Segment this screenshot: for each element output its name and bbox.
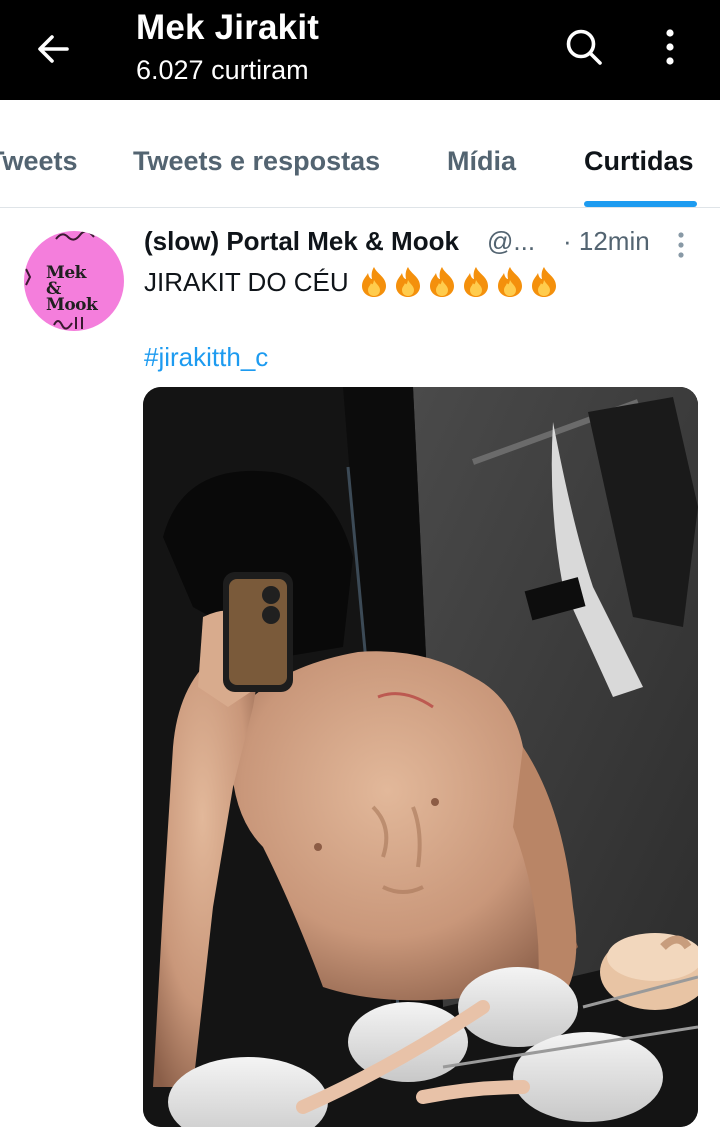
fire-emoji-icon [395, 267, 420, 297]
more-options-button[interactable] [650, 22, 690, 72]
more-vertical-icon [678, 232, 684, 258]
fire-emoji-icon [429, 267, 454, 297]
tab-tweets[interactable]: Tweets [0, 146, 78, 177]
arrow-left-icon [38, 35, 69, 63]
more-vertical-icon [666, 29, 674, 65]
fire-emoji-icon [497, 267, 522, 297]
avatar[interactable]: Mek & Mook [24, 231, 124, 331]
avatar-text: Mek & Mook [46, 263, 98, 315]
fire-emoji-icon [361, 267, 386, 297]
photo-illustration [143, 387, 698, 1127]
active-tab-indicator [584, 201, 697, 207]
fire-emoji-row [359, 266, 559, 298]
search-button[interactable] [558, 22, 610, 72]
avatar-scribble [55, 231, 95, 241]
likes-count: 6.027 curtiram [136, 55, 309, 85]
hashtag-link[interactable]: #jirakitth_c [144, 342, 268, 373]
fire-emoji-icon [463, 267, 488, 297]
tab-tweets-and-replies[interactable]: Tweets e respostas [133, 146, 380, 177]
search-icon [566, 29, 602, 65]
author-handle[interactable]: @... [487, 226, 535, 257]
tab-media[interactable]: Mídia [447, 146, 516, 177]
tweet-more-button[interactable] [666, 230, 696, 260]
avatar-scribble [53, 317, 83, 330]
profile-tabs: Tweets Tweets e respostas Mídia Curtidas [0, 100, 720, 208]
profile-name: Mek Jirakit [136, 8, 320, 47]
tab-likes[interactable]: Curtidas [584, 146, 694, 177]
avatar-scribble [25, 268, 32, 286]
fire-emoji-icon [531, 267, 556, 297]
tweet-text: JIRAKIT DO CÉU [144, 266, 559, 298]
tweet-timestamp[interactable]: · 12min [563, 226, 650, 257]
tweet-header: (slow) Portal Mek & Mook @... · 12min [144, 226, 664, 262]
tweet-media-image[interactable] [143, 387, 698, 1127]
top-app-bar: Mek Jirakit 6.027 curtiram [0, 0, 720, 100]
author-name[interactable]: (slow) Portal Mek & Mook [144, 226, 459, 257]
tweet-text-content: JIRAKIT DO CÉU [144, 266, 349, 297]
back-button[interactable] [26, 26, 80, 72]
